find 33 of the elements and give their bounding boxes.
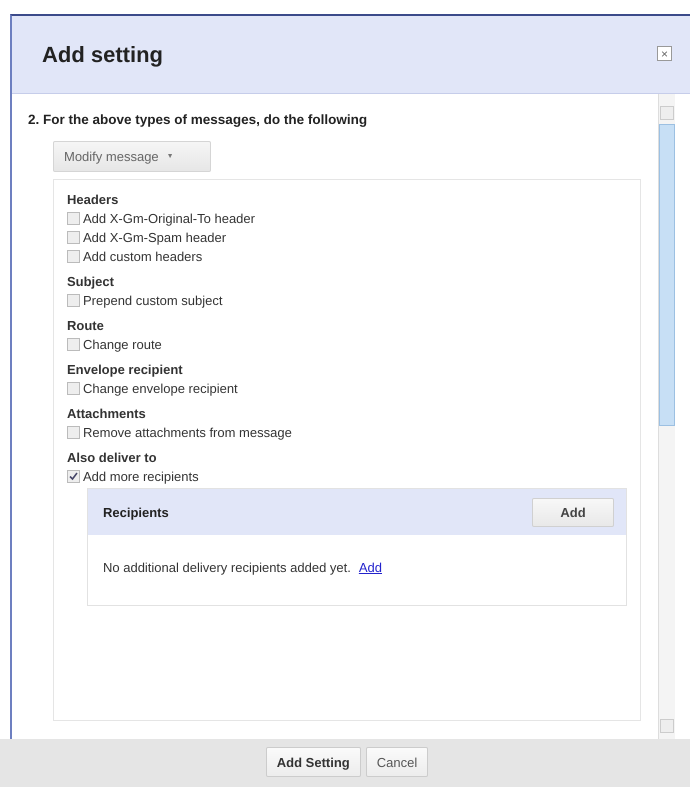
step-heading: 2. For the above types of messages, do the following xyxy=(28,112,368,127)
section-title: Attachments xyxy=(67,405,147,423)
checkbox-label: Remove attachments from message xyxy=(83,424,292,442)
checkbox-label: Add X-Gm-Spam header xyxy=(83,229,226,247)
add-button[interactable]: Add xyxy=(532,498,614,526)
add-link[interactable]: Add xyxy=(358,560,382,575)
scrollbar[interactable] xyxy=(658,94,675,739)
checkbox-label: Add X-Gm-Original-To header xyxy=(83,210,255,228)
checkbox[interactable] xyxy=(67,426,80,439)
checkbox[interactable] xyxy=(67,382,80,395)
checkbox[interactable] xyxy=(67,212,80,225)
checkbox[interactable] xyxy=(67,470,80,483)
cancel-button[interactable]: Cancel xyxy=(366,747,428,777)
checkbox[interactable] xyxy=(67,294,80,307)
checkbox-label: Prepend custom subject xyxy=(83,292,222,310)
recipients-title: Recipients xyxy=(103,504,169,520)
section-title: Route xyxy=(67,317,105,335)
checkbox[interactable] xyxy=(67,338,80,351)
section-title: Also deliver to xyxy=(67,449,158,467)
checkbox[interactable] xyxy=(67,250,80,263)
checkbox-label: Change route xyxy=(83,336,162,354)
add-setting-button[interactable]: Add Setting xyxy=(266,747,361,777)
section-title: Subject xyxy=(67,273,115,291)
close-button[interactable]: × xyxy=(657,46,672,61)
section-title: Envelope recipient xyxy=(67,361,184,379)
checkbox-label: Add custom headers xyxy=(83,248,202,266)
checkbox-label: Add more recipients xyxy=(83,468,199,486)
scroll-thumb[interactable] xyxy=(659,124,675,426)
section-title: Headers xyxy=(67,191,120,209)
dialog-title: Add setting xyxy=(42,42,163,68)
checkbox-label: Change envelope recipient xyxy=(83,380,238,398)
empty-message: No additional delivery recipients added yet. xyxy=(103,560,351,575)
checkbox[interactable] xyxy=(67,231,80,244)
